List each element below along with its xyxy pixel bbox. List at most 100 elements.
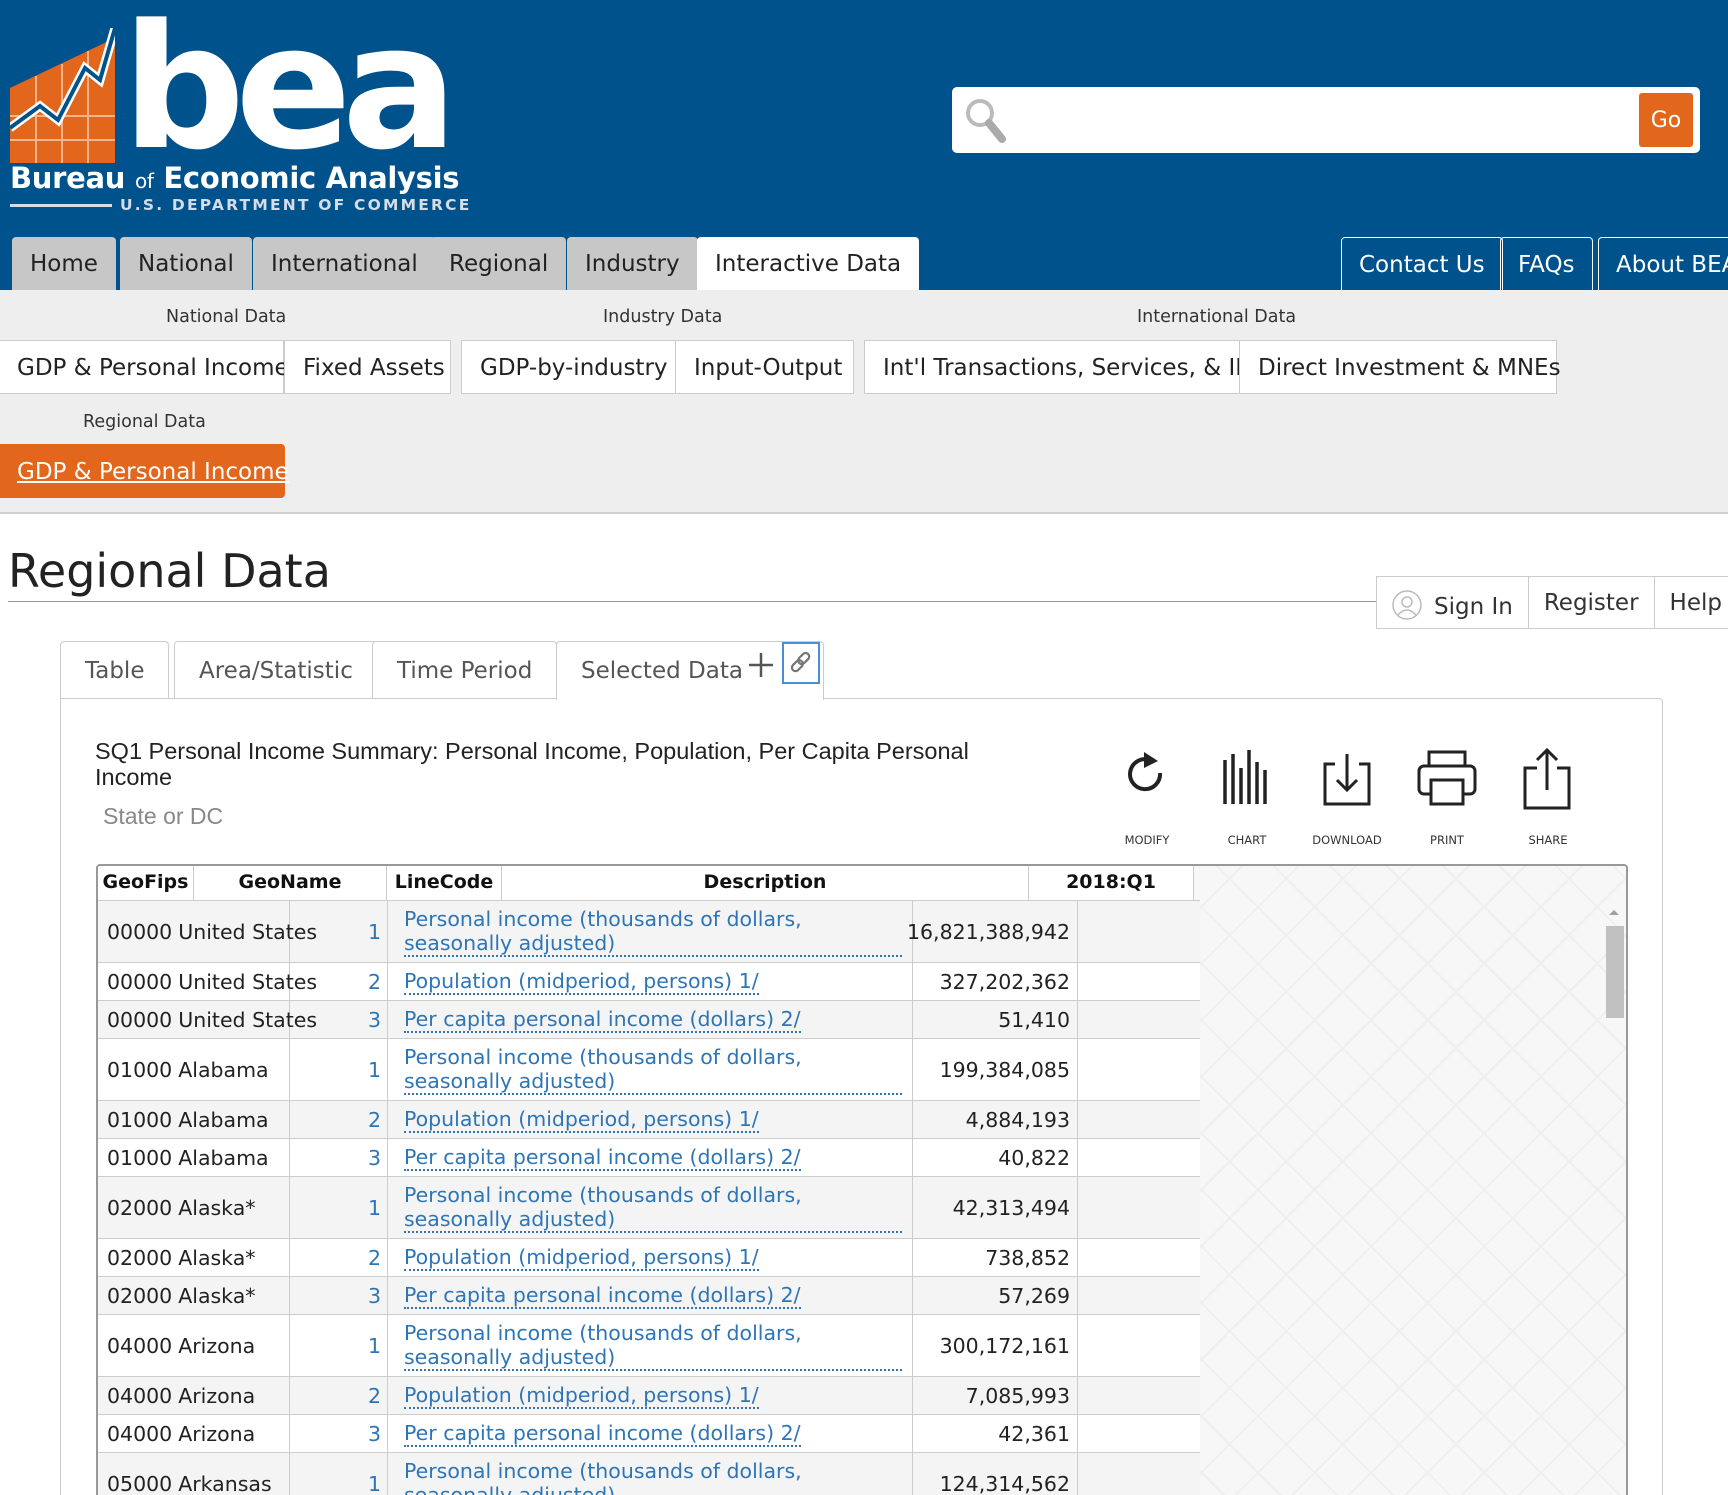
linecode-value: 1 [290, 1453, 388, 1495]
linecode-value: 3 [290, 1277, 388, 1314]
nav-contact-us[interactable]: Contact Us [1341, 237, 1503, 290]
geo-cell: 05000 Arkansas [98, 1453, 290, 1495]
table-row: 01000 Alabama 3 Per capita personal income … [98, 1138, 1200, 1176]
col-header-description[interactable]: Description [502, 866, 1029, 900]
description-link[interactable]: Population (midperiod, persons) 1/ [404, 1245, 759, 1271]
nav-tab-regional[interactable]: Regional [431, 237, 567, 290]
nav-tab-industry[interactable]: Industry [567, 237, 698, 290]
geofips-value: 02000 [107, 1283, 173, 1308]
geofips-value: 00000 [107, 1007, 173, 1032]
refresh-icon [1128, 752, 1163, 792]
col-header-linecode[interactable]: LineCode [387, 866, 502, 900]
user-icon [1392, 590, 1422, 620]
geo-cell: 02000 Alaska* [98, 1177, 290, 1238]
table-title: SQ1 Personal Income Summary: Personal In… [95, 738, 969, 790]
subnav-national-gdp-personal-income[interactable]: GDP & Personal Income [0, 340, 289, 394]
download-button[interactable] [1312, 748, 1382, 808]
description-link[interactable]: Population (midperiod, persons) 1/ [404, 969, 759, 995]
description-link[interactable]: Personal income (thousands of dollars, s… [404, 907, 902, 957]
description-link[interactable]: Personal income (thousands of dollars, s… [404, 1321, 902, 1371]
description-cell: Personal income (thousands of dollars, s… [388, 1453, 913, 1495]
print-button[interactable] [1412, 748, 1482, 808]
group-label-regional: Regional Data [83, 412, 206, 432]
chart-button[interactable] [1212, 748, 1282, 808]
table-row: 00000 United States 2 Population (midperiod… [98, 962, 1200, 1000]
geoname-value: Alabama [178, 1107, 269, 1132]
search-input[interactable] [1014, 95, 1584, 145]
subnav-fixed-assets[interactable]: Fixed Assets [284, 340, 451, 394]
value-2018q1: 124,314,562 [913, 1453, 1078, 1495]
description-link[interactable]: Population (midperiod, persons) 1/ [404, 1383, 759, 1409]
tab-time-period[interactable]: Time Period [372, 641, 558, 699]
bea-logo[interactable]: bea Bureau of Economic Analysis U.S. DEP… [10, 2, 469, 218]
description-link[interactable]: Per capita personal income (dollars) 2/ [404, 1145, 801, 1171]
sign-in-button[interactable]: Sign In [1377, 577, 1529, 628]
geofips-value: 00000 [107, 919, 173, 944]
tab-table[interactable]: Table [60, 641, 170, 699]
link-button[interactable] [782, 642, 820, 684]
geofips-value: 05000 [107, 1471, 173, 1495]
description-link[interactable]: Per capita personal income (dollars) 2/ [404, 1283, 801, 1309]
share-icon [1523, 748, 1571, 810]
plus-icon[interactable] [746, 650, 776, 680]
description-cell: Per capita personal income (dollars) 2/ [388, 1139, 913, 1176]
subnav-input-output[interactable]: Input-Output [675, 340, 854, 394]
share-button[interactable] [1512, 748, 1582, 812]
nav-tab-interactive-data[interactable]: Interactive Data [697, 237, 920, 290]
geo-cell: 02000 Alaska* [98, 1277, 290, 1314]
description-cell: Population (midperiod, persons) 1/ [388, 1239, 913, 1276]
col-header-2018q1[interactable]: 2018:Q1 [1029, 866, 1194, 900]
search-go-button[interactable]: Go [1639, 93, 1693, 147]
description-link[interactable]: Personal income (thousands of dollars, s… [404, 1045, 902, 1095]
geo-cell: 04000 Arizona [98, 1377, 290, 1414]
table-row: 04000 Arizona 2 Population (midperiod, pers… [98, 1376, 1200, 1414]
tab-area-statistic[interactable]: Area/Statistic [174, 641, 378, 699]
geo-cell: 01000 Alabama [98, 1101, 290, 1138]
scroll-up-arrow-icon[interactable] [1606, 906, 1622, 918]
col-header-geofips[interactable]: GeoFips [98, 866, 194, 900]
table-row: 02000 Alaska* 3 Per capita personal income … [98, 1276, 1200, 1314]
grid-header: GeoFips GeoName LineCode Description 201… [98, 866, 1194, 900]
geofips-value: 02000 [107, 1245, 173, 1270]
modify-label: MODIFY [1124, 833, 1170, 847]
logo-department: U.S. DEPARTMENT OF COMMERCE [10, 196, 472, 214]
scrollbar-thumb[interactable] [1606, 926, 1624, 1018]
description-link[interactable]: Personal income (thousands of dollars, s… [404, 1183, 902, 1233]
help-button[interactable]: Help [1655, 577, 1728, 628]
linecode-value: 1 [290, 1177, 388, 1238]
site-header: bea Bureau of Economic Analysis U.S. DEP… [0, 0, 1728, 290]
nav-about-bea[interactable]: About BEA [1598, 237, 1728, 290]
geoname-value: Arkansas [178, 1471, 272, 1495]
nav-tab-home[interactable]: Home [12, 237, 116, 290]
subnav-regional-gdp-personal-income[interactable]: GDP & Personal Income [0, 444, 289, 498]
table-row: 05000 Arkansas 1 Personal income (thousands… [98, 1452, 1200, 1495]
geo-cell: 00000 United States [98, 1001, 317, 1038]
geofips-value: 04000 [107, 1333, 173, 1358]
subnav-gdp-by-industry[interactable]: GDP-by-industry [461, 340, 676, 394]
description-link[interactable]: Per capita personal income (dollars) 2/ [404, 1007, 801, 1033]
print-label: PRINT [1430, 833, 1464, 847]
subnav-direct-investment[interactable]: Direct Investment & MNEs [1239, 340, 1561, 394]
linecode-value: 3 [290, 1415, 388, 1452]
interactive-data-subnav: National Data GDP & Personal Income Fixe… [0, 290, 1728, 514]
nav-tab-international[interactable]: International [253, 237, 436, 290]
linecode-value: 2 [290, 963, 388, 1000]
description-link[interactable]: Personal income (thousands of dollars, s… [404, 1459, 902, 1495]
nav-tab-national[interactable]: National [120, 237, 252, 290]
logo-graph-icon [10, 28, 115, 163]
value-2018q1: 42,361 [913, 1415, 1078, 1452]
description-link[interactable]: Population (midperiod, persons) 1/ [404, 1107, 759, 1133]
download-label: DOWNLOAD [1312, 833, 1382, 847]
description-cell: Population (midperiod, persons) 1/ [388, 1101, 913, 1138]
description-cell: Per capita personal income (dollars) 2/ [388, 1277, 913, 1314]
nav-faqs[interactable]: FAQs [1500, 237, 1593, 290]
group-label-industry: Industry Data [603, 307, 723, 327]
col-header-geoname[interactable]: GeoName [194, 866, 387, 900]
modify-button[interactable] [1112, 748, 1182, 808]
table-subtitle: State or DC [103, 803, 224, 829]
table-row: 01000 Alabama 1 Personal income (thousands … [98, 1038, 1200, 1100]
table-row: 00000 United States 1 Personal income (thou… [98, 900, 1200, 962]
subnav-intl-transactions[interactable]: Int'l Transactions, Services, & IIP [864, 340, 1256, 394]
register-button[interactable]: Register [1529, 577, 1655, 628]
description-link[interactable]: Per capita personal income (dollars) 2/ [404, 1421, 801, 1447]
